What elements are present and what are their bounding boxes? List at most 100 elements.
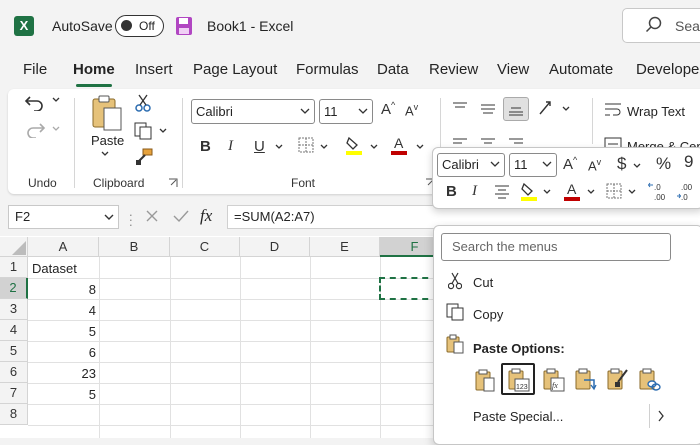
mini-percent-button[interactable]: % — [656, 154, 671, 174]
font-size-select[interactable]: 11 — [319, 99, 373, 124]
increase-font-size-icon[interactable]: A^ — [381, 100, 395, 118]
cell-a5[interactable]: 6 — [28, 342, 96, 363]
tab-automate[interactable]: Automate — [549, 61, 613, 78]
borders-dropdown-chevron-down-icon[interactable] — [320, 144, 328, 150]
autosave-toggle[interactable]: Off — [115, 15, 164, 37]
mini-borders-icon[interactable] — [606, 183, 622, 199]
redo-dropdown-chevron-down-icon[interactable] — [52, 126, 60, 132]
redo-icon[interactable] — [24, 120, 46, 138]
align-top-icon[interactable] — [452, 101, 468, 115]
cell-a3[interactable]: 4 — [28, 300, 96, 321]
row-header-1[interactable]: 1 — [0, 257, 28, 278]
tab-review[interactable]: Review — [429, 61, 478, 78]
orientation-dropdown-chevron-down-icon[interactable] — [562, 106, 570, 112]
mini-bold-icon[interactable]: B — [446, 183, 457, 200]
column-header-d[interactable]: D — [240, 237, 310, 257]
name-box[interactable]: F2 — [8, 205, 119, 229]
mini-italic-icon[interactable]: I — [472, 183, 477, 200]
mini-fill-color-icon[interactable] — [520, 181, 538, 201]
paste-link-icon[interactable] — [639, 368, 661, 392]
insert-function-fx-icon[interactable]: fx — [200, 206, 212, 226]
tab-home[interactable]: Home — [73, 61, 115, 78]
cell-a7[interactable]: 5 — [28, 384, 96, 405]
menu-item-cut[interactable]: Cut — [473, 275, 493, 290]
cell-a1[interactable]: Dataset — [32, 258, 77, 279]
mini-center-align-icon[interactable] — [494, 183, 510, 199]
mini-borders-dropdown-chevron-down-icon[interactable] — [628, 189, 636, 195]
mini-increase-font-size-icon[interactable]: A^ — [563, 155, 577, 173]
select-all-button[interactable] — [0, 237, 28, 257]
row-header-6[interactable]: 6 — [0, 362, 28, 383]
row-header-4[interactable]: 4 — [0, 320, 28, 341]
paste-values-button[interactable]: 123 — [501, 363, 535, 395]
column-header-a[interactable]: A — [28, 237, 99, 257]
column-header-e[interactable]: E — [310, 237, 380, 257]
tab-file[interactable]: File — [23, 61, 47, 78]
menu-item-copy[interactable]: Copy — [473, 307, 503, 322]
paste-formatting-icon[interactable] — [607, 368, 629, 392]
italic-icon[interactable]: I — [228, 138, 233, 155]
cell-a2[interactable]: 8 — [28, 279, 96, 300]
cell-f2-selection[interactable] — [379, 277, 439, 300]
row-header-3[interactable]: 3 — [0, 299, 28, 320]
borders-icon[interactable] — [298, 137, 314, 153]
tab-insert[interactable]: Insert — [135, 61, 173, 78]
mini-decrease-font-size-icon[interactable]: Av — [588, 157, 601, 173]
fill-color-dropdown-chevron-down-icon[interactable] — [370, 144, 378, 150]
menu-search-input[interactable]: Search the menus — [441, 233, 671, 261]
copy-icon[interactable] — [134, 122, 152, 140]
row-header-5[interactable]: 5 — [0, 341, 28, 362]
bold-icon[interactable]: B — [200, 138, 211, 155]
underline-icon[interactable]: U — [254, 138, 265, 155]
paste-clipboard-icon[interactable] — [90, 94, 124, 132]
column-header-b[interactable]: B — [99, 237, 170, 257]
paste-formulas-fx-icon[interactable]: fx — [543, 368, 565, 392]
search-box[interactable]: Sea — [622, 8, 700, 43]
chevron-right-icon[interactable] — [657, 410, 665, 422]
orientation-icon[interactable] — [538, 100, 560, 116]
paste-all-icon[interactable] — [474, 368, 496, 392]
cell-a4[interactable]: 5 — [28, 321, 96, 342]
fill-color-icon[interactable] — [345, 135, 363, 155]
format-painter-brush-icon[interactable] — [135, 148, 153, 166]
wrap-text-button[interactable]: Wrap Text — [627, 104, 685, 119]
mini-fill-dropdown-chevron-down-icon[interactable] — [543, 189, 551, 195]
cancel-x-icon[interactable] — [145, 209, 159, 223]
mini-currency-button[interactable]: $ — [617, 154, 626, 174]
row-header-8[interactable]: 8 — [0, 404, 28, 425]
align-middle-icon[interactable] — [480, 101, 496, 115]
clipboard-launcher-icon[interactable] — [168, 178, 178, 188]
undo-dropdown-chevron-down-icon[interactable] — [52, 97, 60, 103]
tab-view[interactable]: View — [497, 61, 529, 78]
tab-formulas[interactable]: Formulas — [296, 61, 359, 78]
font-name-select[interactable]: Calibri — [191, 99, 315, 124]
paste-dropdown-chevron-down-icon[interactable] — [101, 151, 109, 157]
menu-item-paste-special[interactable]: Paste Special... — [473, 409, 563, 424]
enter-check-icon[interactable] — [173, 209, 189, 223]
row-header-7[interactable]: 7 — [0, 383, 28, 404]
decrease-font-size-icon[interactable]: Av — [405, 102, 418, 118]
wrap-text-icon[interactable] — [604, 102, 622, 118]
tab-developer[interactable]: Developer — [636, 61, 700, 78]
mini-comma-button[interactable]: 9 — [684, 152, 693, 172]
mini-font-color-dropdown-chevron-down-icon[interactable] — [587, 189, 595, 195]
increase-decimal-icon[interactable]: .0.00 — [648, 181, 670, 201]
align-bottom-button[interactable] — [503, 97, 529, 121]
mini-font-size-select[interactable]: 11 — [509, 153, 557, 177]
save-icon[interactable] — [175, 16, 193, 36]
cut-scissors-icon[interactable] — [135, 94, 151, 112]
font-color-icon[interactable]: A — [390, 135, 408, 155]
more-options-icon[interactable]: ... — [129, 205, 133, 228]
cell-a6[interactable]: 23 — [28, 363, 96, 384]
decrease-decimal-icon[interactable]: .00.0 — [676, 181, 698, 201]
row-header-2[interactable]: 2 — [0, 278, 28, 299]
paste-transpose-icon[interactable] — [575, 368, 597, 392]
currency-dropdown-chevron-down-icon[interactable] — [633, 163, 641, 169]
paste-button[interactable]: Paste — [91, 133, 124, 148]
underline-dropdown-chevron-down-icon[interactable] — [275, 144, 283, 150]
copy-dropdown-chevron-down-icon[interactable] — [159, 128, 167, 134]
undo-icon[interactable] — [24, 93, 46, 111]
font-color-dropdown-chevron-down-icon[interactable] — [416, 144, 424, 150]
tab-data[interactable]: Data — [377, 61, 409, 78]
mini-font-name-select[interactable]: Calibri — [437, 153, 505, 177]
